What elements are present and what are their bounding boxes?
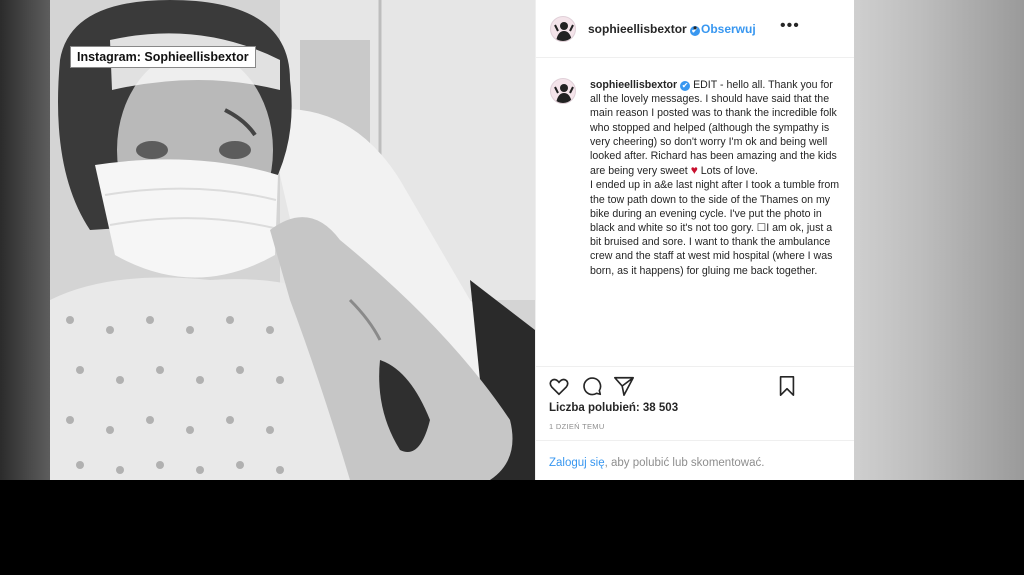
caption-text: sophieellisbextor ✔ EDIT - hello all. Tha… <box>590 78 840 363</box>
timestamp[interactable]: 1 DZIEŃ TEMU <box>549 422 605 431</box>
comment-icon[interactable] <box>581 375 603 397</box>
follow-button[interactable]: Obserwuj <box>701 22 756 36</box>
comment-avatar[interactable] <box>550 78 576 104</box>
caption-part-1: EDIT - hello all. Thank you for all the … <box>590 79 837 178</box>
post-panel: sophieellisbextor ✔ • Obserwuj ••• sophie… <box>535 0 855 480</box>
separator-dot: • <box>693 21 698 35</box>
caption-part-3: I ended up in a&e last night after I too… <box>590 179 840 277</box>
source-watermark: Instagram: Sophieellisbextor <box>70 46 256 68</box>
action-bar: Liczba polubień: 38 503 1 DZIEŃ TEMU <box>536 366 855 436</box>
caption-part-2: Lots of love. <box>700 165 758 178</box>
more-icon[interactable]: ••• <box>780 17 800 35</box>
bookmark-icon[interactable] <box>776 375 798 397</box>
post-photo <box>50 0 535 480</box>
heart-icon[interactable] <box>548 375 570 397</box>
username-link[interactable]: sophieellisbextor ✔ <box>588 22 700 36</box>
avatar-figure-icon <box>554 84 574 103</box>
avatar-figure-icon <box>554 22 574 41</box>
right-blur-background <box>854 0 1024 480</box>
heart-emoji-icon: ♥ <box>690 163 698 178</box>
login-link[interactable]: Zaloguj się <box>549 457 605 469</box>
left-blur-background <box>0 0 50 480</box>
avatar[interactable] <box>550 16 576 42</box>
video-frame: Instagram: Sophieellisbextor sophieellis… <box>0 0 1024 480</box>
username-text: sophieellisbextor <box>588 22 687 36</box>
login-prompt: Zaloguj się, aby polubić lub skomentować… <box>536 440 855 480</box>
likes-count[interactable]: Liczba polubień: 38 503 <box>549 402 678 414</box>
login-text: Zaloguj się, aby polubić lub skomentować… <box>549 457 764 469</box>
login-rest: , aby polubić lub skomentować. <box>604 457 765 469</box>
photo-illustration <box>50 0 535 480</box>
comment-username[interactable]: sophieellisbextor <box>590 79 677 91</box>
post-header: sophieellisbextor ✔ • Obserwuj ••• <box>536 0 855 58</box>
share-icon[interactable] <box>613 375 635 397</box>
verified-icon: ✔ <box>680 81 691 91</box>
